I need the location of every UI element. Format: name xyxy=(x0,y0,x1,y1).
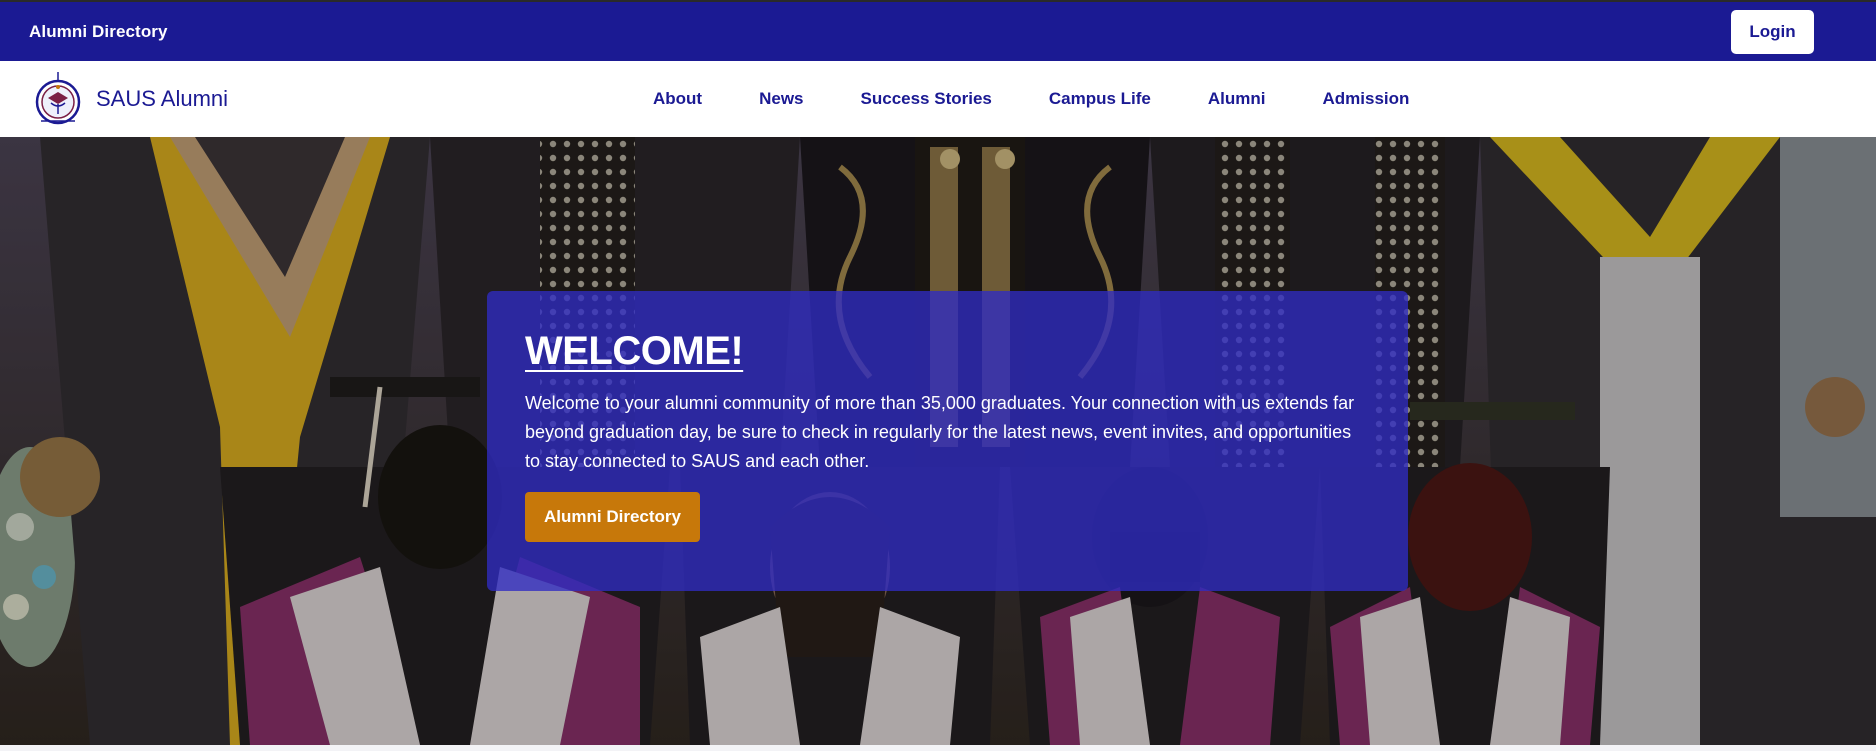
page-bottom-strip xyxy=(0,745,1876,751)
brand-link[interactable]: SAUS Alumni xyxy=(35,70,228,128)
nav-link-news[interactable]: News xyxy=(759,89,803,109)
welcome-text: Welcome to your alumni community of more… xyxy=(525,393,1355,471)
nav-link-alumni[interactable]: Alumni xyxy=(1208,89,1266,109)
nav-link-about[interactable]: About xyxy=(653,89,702,109)
nav-links: About News Success Stories Campus Life A… xyxy=(653,61,1409,137)
welcome-heading: WELCOME! xyxy=(525,329,744,373)
nav-link-success-stories[interactable]: Success Stories xyxy=(861,89,992,109)
welcome-card: WELCOME! Welcome to your alumni communit… xyxy=(487,291,1408,591)
top-bar: Alumni Directory Login xyxy=(0,0,1876,61)
top-bar-title[interactable]: Alumni Directory xyxy=(29,22,168,42)
nav-link-admission[interactable]: Admission xyxy=(1323,89,1410,109)
brand-name: SAUS Alumni xyxy=(96,86,229,111)
nav-link-campus-life[interactable]: Campus Life xyxy=(1049,89,1151,109)
hero-banner: WELCOME! Welcome to your alumni communit… xyxy=(0,137,1876,745)
alumni-directory-button[interactable]: Alumni Directory xyxy=(525,492,700,542)
login-button[interactable]: Login xyxy=(1731,10,1814,54)
main-navbar: SAUS Alumni About News Success Stories C… xyxy=(0,61,1876,137)
university-logo xyxy=(35,72,81,125)
